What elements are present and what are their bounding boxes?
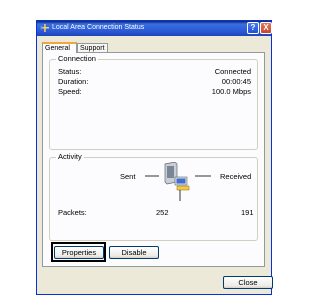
status-value: Connected xyxy=(214,67,251,76)
duration-value: 00:00:45 xyxy=(221,77,251,86)
title-bar[interactable]: Local Area Connection Status ? X xyxy=(37,21,272,36)
connection-group: Connection Status: Connected Duration: 0… xyxy=(49,54,258,150)
window-title: Local Area Connection Status xyxy=(52,24,145,31)
packets-sent-value: 252 xyxy=(156,208,169,217)
tab-general[interactable]: General xyxy=(42,42,77,53)
speed-value: 100.0 Mbps xyxy=(211,87,251,96)
status-dialog: Local Area Connection Status ? X General… xyxy=(36,20,273,295)
connection-group-title: Connection xyxy=(56,54,98,63)
packets-received-value: 191 xyxy=(241,208,254,217)
network-connection-icon xyxy=(40,24,49,32)
status-row: Status: Connected xyxy=(58,67,251,77)
received-label: Received xyxy=(220,172,252,181)
sent-label: Sent xyxy=(120,172,136,181)
help-button[interactable]: ? xyxy=(247,22,259,34)
activity-group: Activity Sent Received Packets: 252 191 xyxy=(49,152,258,241)
packets-label: Packets: xyxy=(58,208,87,217)
duration-label: Duration: xyxy=(58,77,89,86)
close-window-button[interactable]: X xyxy=(260,22,272,34)
duration-row: Duration: 00:00:45 xyxy=(58,77,251,87)
speed-row: Speed: 100.0 Mbps xyxy=(58,87,251,97)
general-tab-panel: Connection Status: Connected Duration: 0… xyxy=(42,52,265,267)
speed-label: Speed: xyxy=(58,87,82,96)
status-label: Status: xyxy=(58,67,82,76)
disable-button[interactable]: Disable xyxy=(109,246,159,259)
properties-highlight-box xyxy=(51,242,106,262)
activity-group-title: Activity xyxy=(56,152,84,161)
close-button[interactable]: Close xyxy=(223,276,273,289)
network-computers-icon xyxy=(145,162,211,201)
